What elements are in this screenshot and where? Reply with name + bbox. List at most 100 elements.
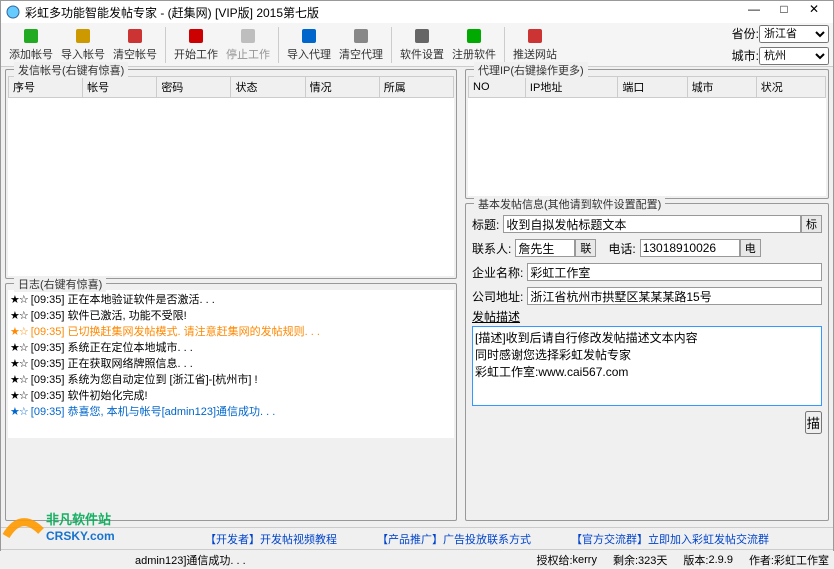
trashb-icon <box>351 26 371 46</box>
contact-label: 联系人: <box>472 240 511 257</box>
ver-label: 版本: <box>683 552 708 568</box>
log-line: ★☆ [09:35] 系统为您自动定位到 [浙江省]-[杭州市] ! <box>10 372 452 388</box>
acct-col[interactable]: 密码 <box>157 77 231 98</box>
province-label: 省份: <box>732 25 759 42</box>
acct-col[interactable]: 序号 <box>9 77 83 98</box>
accounts-group: 发信帐号(右键有惊喜) 序号帐号密码状态情况所属 <box>5 69 457 279</box>
proxy-col[interactable]: 状况 <box>756 77 825 98</box>
close-button[interactable]: ✕ <box>799 2 829 22</box>
gear-icon <box>412 26 432 46</box>
log-line: ★☆ [09:35] 系统正在定位本地城市. . . <box>10 340 452 356</box>
play-icon <box>186 26 206 46</box>
window-title: 彩虹多功能智能发帖专家 - (赶集网) [VIP版] 2015第七版 <box>25 4 739 21</box>
log-group: 日志(右键有惊喜) ★☆ [09:35] 正在本地验证软件是否激活. . .★☆… <box>5 283 457 521</box>
toolbar-label: 注册软件 <box>452 46 496 62</box>
post-info-group: 基本发帖信息(其他请到软件设置配置) 标题: 标 联系人: 联 电话: 电 企业… <box>465 203 829 521</box>
status-bar: 非凡软件站CRSKY.com admin123]通信成功. . . 授权给: k… <box>1 549 833 569</box>
accounts-title: 发信帐号(右键有惊喜) <box>14 62 128 78</box>
toolbar-label: 添加帐号 <box>9 46 53 62</box>
auth-value: kerry <box>573 554 597 566</box>
author-label: 作者: <box>749 552 774 568</box>
log-list[interactable]: ★☆ [09:35] 正在本地验证软件是否激活. . .★☆ [09:35] 软… <box>8 290 454 438</box>
toolbar-import-button[interactable]: 导入帐号 <box>57 24 109 66</box>
toolbar-start-button[interactable]: 开始工作 <box>170 24 222 66</box>
log-line: ★☆ [09:35] 已切换赶集网发帖模式. 请注意赶集网的发帖规则. . . <box>10 324 452 340</box>
title-input[interactable] <box>503 215 801 233</box>
toolbar-label: 清空代理 <box>339 46 383 62</box>
acct-col[interactable]: 所属 <box>379 77 453 98</box>
log-line: ★☆ [09:35] 正在获取网络牌照信息. . . <box>10 356 452 372</box>
proxy-col[interactable]: 城市 <box>687 77 756 98</box>
toolbar-label: 推送网站 <box>513 46 557 62</box>
toolbar: 添加帐号导入帐号清空帐号开始工作停止工作 导入代理清空代理 软件设置注册软件 推送网站… <box>1 23 833 67</box>
toolbar-label: 导入代理 <box>287 46 331 62</box>
download-icon <box>299 26 319 46</box>
footer-links: 【开发者】开发帖视频教程 【产品推广】广告投放联系方式 【官方交流群】立即加入彩… <box>1 527 833 549</box>
toolbar-label: 导入帐号 <box>61 46 105 62</box>
title-bar: 彩虹多功能智能发帖专家 - (赶集网) [VIP版] 2015第七版 — □ ✕ <box>1 1 833 23</box>
promo-link[interactable]: 【产品推广】广告投放联系方式 <box>377 531 531 547</box>
tel-input[interactable] <box>640 239 740 257</box>
proxy-title: 代理IP(右键操作更多) <box>474 62 588 78</box>
post-info-title: 基本发帖信息(其他请到软件设置配置) <box>474 196 665 212</box>
proxy-col[interactable]: NO <box>469 77 526 98</box>
status-comm: admin123]通信成功. . . <box>135 552 246 568</box>
author-value: 彩虹工作室 <box>774 552 829 568</box>
app-icon <box>5 4 21 20</box>
city-select[interactable]: 杭州 <box>759 47 829 65</box>
watermark: 非凡软件站 CRSKY.com <box>1 506 121 549</box>
plus-icon <box>21 26 41 46</box>
company-label: 企业名称: <box>472 264 523 281</box>
tel-btn[interactable]: 电 <box>740 239 761 257</box>
log-line: ★☆ [09:35] 软件初始化完成! <box>10 388 452 404</box>
toolbar-label: 停止工作 <box>226 46 270 62</box>
reg-icon <box>464 26 484 46</box>
toolbar-clearproxy-button[interactable]: 清空代理 <box>335 24 387 66</box>
minimize-button[interactable]: — <box>739 2 769 22</box>
proxy-table[interactable]: NOIP地址端口城市状况 <box>468 76 826 98</box>
city-label: 城市: <box>732 47 759 64</box>
acct-col[interactable]: 情况 <box>305 77 379 98</box>
contact-btn[interactable]: 联 <box>575 239 596 257</box>
svg-text:CRSKY.com: CRSKY.com <box>46 529 115 543</box>
toolbar-label: 软件设置 <box>400 46 444 62</box>
folder-icon <box>73 26 93 46</box>
toolbar-clear-button[interactable]: 清空帐号 <box>109 24 161 66</box>
addr-label: 公司地址: <box>472 288 523 305</box>
acct-col[interactable]: 帐号 <box>83 77 157 98</box>
maximize-button[interactable]: □ <box>769 2 799 22</box>
svg-text:非凡软件站: 非凡软件站 <box>46 512 111 527</box>
contact-input[interactable] <box>515 239 575 257</box>
toolbar-label: 开始工作 <box>174 46 218 62</box>
desc-label: 发帖描述 <box>472 308 520 325</box>
toolbar-register-button[interactable]: 注册软件 <box>448 24 500 66</box>
tel-label: 电话: <box>608 240 635 257</box>
proxy-group: 代理IP(右键操作更多) NOIP地址端口城市状况 <box>465 69 829 199</box>
log-line: ★☆ [09:35] 软件已激活, 功能不受限! <box>10 308 452 324</box>
log-title: 日志(右键有惊喜) <box>14 276 106 292</box>
group-link[interactable]: 【官方交流群】立即加入彩虹发帖交流群 <box>571 531 769 547</box>
toolbar-proxy-button[interactable]: 导入代理 <box>283 24 335 66</box>
log-line: ★☆ [09:35] 恭喜您, 本机与帐号[admin123]通信成功. . . <box>10 404 452 420</box>
days-value: 323天 <box>638 552 667 568</box>
addr-input[interactable] <box>527 287 822 305</box>
proxy-col[interactable]: IP地址 <box>525 77 617 98</box>
toolbar-stop-button: 停止工作 <box>222 24 274 66</box>
ver-value: 2.9.9 <box>708 554 732 566</box>
proxy-col[interactable]: 端口 <box>618 77 687 98</box>
accounts-table[interactable]: 序号帐号密码状态情况所属 <box>8 76 454 98</box>
desc-btn[interactable]: 描 <box>805 411 822 434</box>
toolbar-add-button[interactable]: 添加帐号 <box>5 24 57 66</box>
dev-link[interactable]: 【开发者】开发帖视频教程 <box>205 531 337 547</box>
title-btn[interactable]: 标 <box>801 215 822 233</box>
auth-label: 授权给: <box>536 552 572 568</box>
log-line: ★☆ [09:35] 正在本地验证软件是否激活. . . <box>10 292 452 308</box>
title-label: 标题: <box>472 216 499 233</box>
toolbar-push-button[interactable]: 推送网站 <box>509 24 561 66</box>
acct-col[interactable]: 状态 <box>231 77 305 98</box>
province-select[interactable]: 浙江省 <box>759 25 829 43</box>
push-icon <box>525 26 545 46</box>
desc-textarea[interactable] <box>472 326 822 406</box>
company-input[interactable] <box>527 263 822 281</box>
toolbar-settings-button[interactable]: 软件设置 <box>396 24 448 66</box>
